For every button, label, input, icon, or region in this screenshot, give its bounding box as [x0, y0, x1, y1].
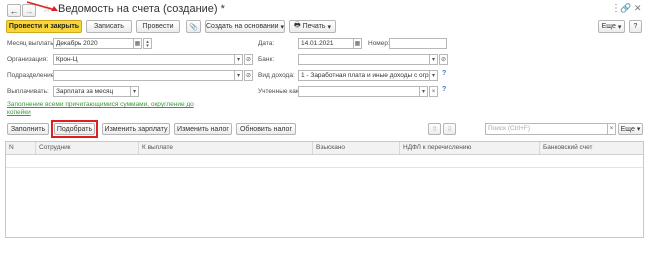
pay-field[interactable]: Зарплата за месяц: [53, 86, 131, 97]
arrow-left-icon: ←: [9, 5, 19, 16]
column-header-withheld[interactable]: Взыскано: [313, 142, 400, 154]
printer-icon: 🖶: [294, 22, 303, 29]
post-button[interactable]: Провести: [136, 20, 180, 33]
column-header-n[interactable]: N: [6, 142, 36, 154]
attach-button[interactable]: 📎: [186, 20, 201, 33]
chevron-down-icon: ▾: [634, 126, 641, 133]
chevron-down-icon[interactable]: ▾: [419, 86, 428, 97]
create-based-button[interactable]: Создать на основании ▾: [205, 20, 285, 33]
fill-settings-link[interactable]: Заполнение всеми причитающимися суммами,…: [7, 101, 197, 117]
chevron-down-icon: ▾: [278, 23, 285, 31]
open-link-icon[interactable]: ⊘: [439, 54, 448, 65]
open-link-icon[interactable]: ⊘: [244, 70, 253, 81]
date-label: Дата:: [258, 40, 275, 47]
help-icon[interactable]: ?: [442, 70, 446, 77]
close-icon[interactable]: ✕: [634, 3, 642, 14]
payout-month-label: Месяц выплаты:: [7, 40, 57, 47]
column-header-bank-account[interactable]: Банковский счет: [540, 142, 643, 154]
income-type-field[interactable]: 1 - Заработная плата и иные доходы с огр…: [298, 70, 430, 81]
number-field[interactable]: [389, 38, 447, 49]
refresh-tax-button[interactable]: Обновить налог: [236, 123, 296, 135]
arrow-down-icon: ⇩: [446, 126, 453, 133]
more-button[interactable]: Еще ▾: [598, 20, 625, 33]
bank-field[interactable]: [298, 54, 430, 65]
arrow-up-icon: ⇧: [431, 126, 438, 133]
clear-icon[interactable]: ×: [429, 86, 438, 97]
chevron-down-icon[interactable]: ▾: [429, 70, 438, 81]
search-input[interactable]: Поиск (Ctrl+F): [485, 123, 608, 135]
income-type-label: Вид дохода:: [258, 72, 295, 79]
chevron-down-icon[interactable]: ▾: [234, 54, 243, 65]
accounted-field[interactable]: [298, 86, 420, 97]
month-stepper[interactable]: ▴ ▾: [143, 38, 152, 49]
change-tax-button[interactable]: Изменить налог: [174, 123, 232, 135]
payout-month-field[interactable]: Декабрь 2020: [53, 38, 134, 49]
move-up-button[interactable]: ⇧: [428, 123, 441, 135]
link-icon[interactable]: 🔗: [620, 3, 631, 14]
dept-field[interactable]: [53, 70, 235, 81]
calendar-icon[interactable]: ▦: [133, 38, 142, 49]
chevron-down-icon[interactable]: ▾: [234, 70, 243, 81]
bank-label: Банк:: [258, 56, 275, 63]
annotation-arrow: [26, 1, 58, 11]
table-more-button[interactable]: Еще ▾: [618, 123, 643, 135]
accounted-label: Учтенные как:: [258, 88, 301, 95]
pick-button[interactable]: Подобрать: [54, 123, 95, 135]
column-header-to-pay[interactable]: К выплате: [139, 142, 313, 154]
help-button[interactable]: ?: [629, 20, 642, 33]
back-button[interactable]: ←: [7, 4, 21, 17]
column-header-ndfl[interactable]: НДФЛ к перечислению: [400, 142, 540, 154]
column-header-employee[interactable]: Сотрудник: [36, 142, 139, 154]
post-and-close-button[interactable]: Провести и закрыть: [6, 20, 82, 33]
change-salary-button[interactable]: Изменить зарплату: [102, 123, 170, 135]
chevron-down-icon: ▾: [615, 23, 622, 31]
number-label: Номер:: [368, 40, 390, 47]
table-row[interactable]: [6, 154, 643, 168]
page-title: Ведомость на счета (создание) *: [58, 3, 225, 15]
print-button[interactable]: 🖶 Печать ▾: [289, 20, 336, 33]
save-button[interactable]: Записать: [86, 20, 132, 33]
calendar-icon[interactable]: ▦: [353, 38, 362, 49]
paperclip-icon: 📎: [189, 23, 198, 31]
dept-label: Подразделение:: [7, 72, 57, 79]
chevron-down-icon: ▾: [325, 23, 331, 31]
org-label: Организация:: [7, 56, 49, 63]
pay-label: Выплачивать:: [7, 88, 49, 95]
org-field[interactable]: Крон-Ц: [53, 54, 235, 65]
help-icon[interactable]: ?: [442, 86, 446, 93]
clear-search-icon[interactable]: ×: [607, 123, 616, 135]
open-link-icon[interactable]: ⊘: [244, 54, 253, 65]
move-down-button[interactable]: ⇩: [443, 123, 456, 135]
fill-button[interactable]: Заполнить: [7, 123, 49, 135]
employees-table[interactable]: N Сотрудник К выплате Взыскано НДФЛ к пе…: [5, 141, 644, 238]
chevron-down-icon[interactable]: ▾: [429, 54, 438, 65]
date-field[interactable]: 14.01.2021: [298, 38, 354, 49]
chevron-down-icon[interactable]: ▾: [130, 86, 139, 97]
